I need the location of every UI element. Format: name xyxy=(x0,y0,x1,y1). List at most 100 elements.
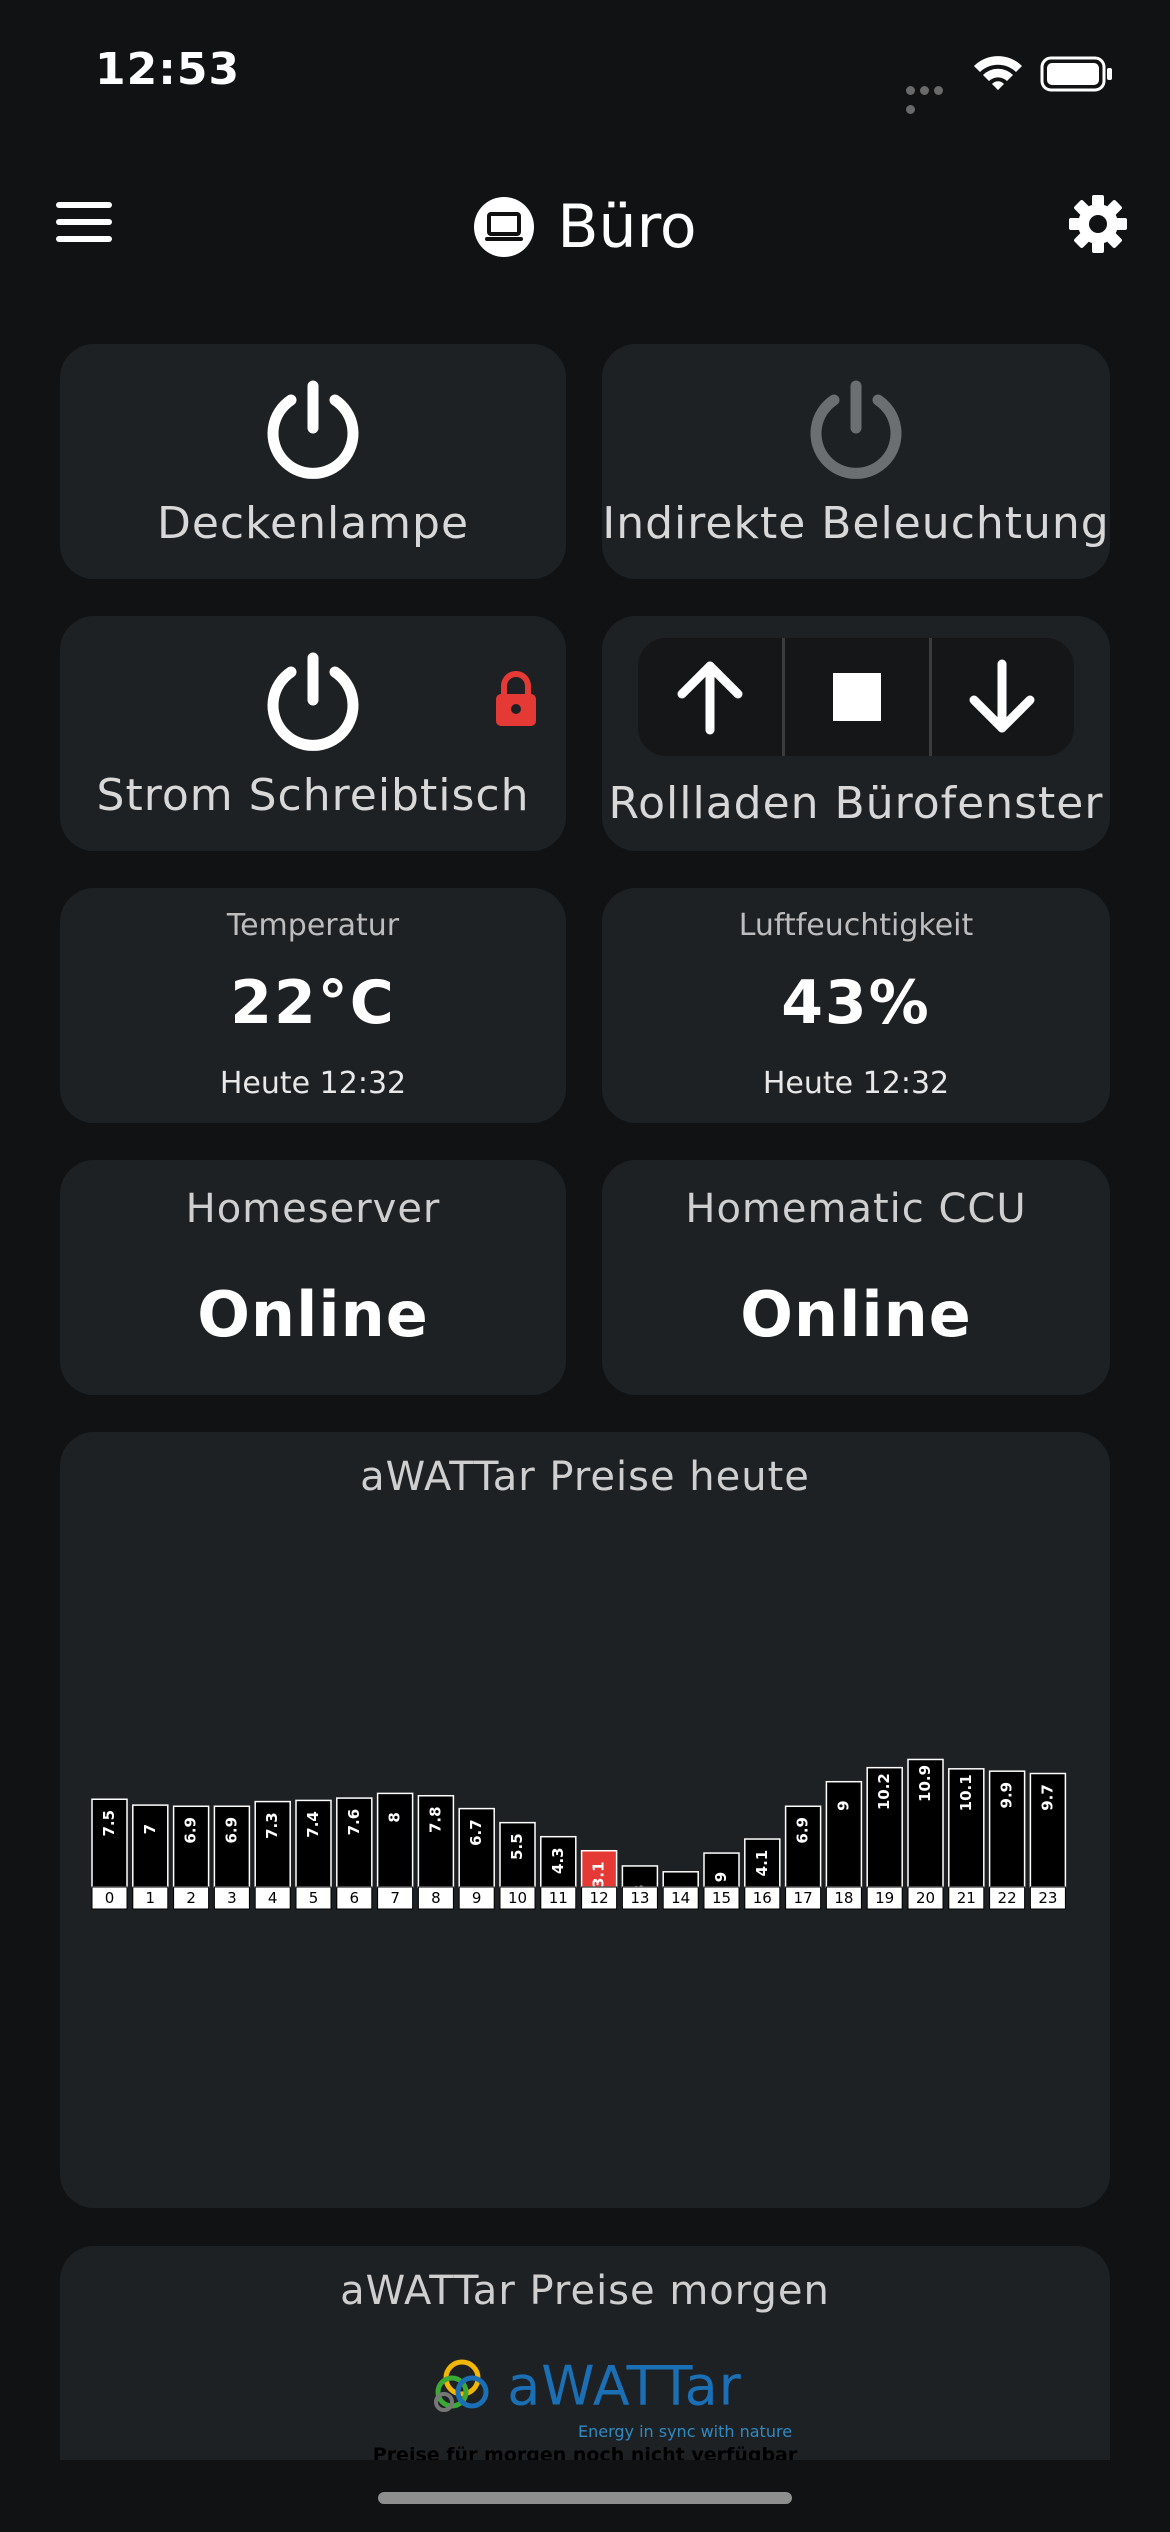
homeserver-label: Homeserver xyxy=(185,1186,441,1232)
hour-label-4: 4 xyxy=(268,1889,278,1907)
hour-label-6: 6 xyxy=(350,1889,360,1907)
page-title: Büro xyxy=(557,192,697,262)
price-bar-13 xyxy=(621,1865,659,1888)
humidity-value: 43% xyxy=(781,968,931,1038)
shutter-control xyxy=(638,638,1074,756)
hour-label-20: 20 xyxy=(916,1889,935,1907)
price-bar-value-1: 7 xyxy=(141,1824,159,1834)
hour-label-7: 7 xyxy=(390,1889,400,1907)
tile-indirekte-beleuchtung[interactable]: Indirekte Beleuchtung xyxy=(602,344,1110,579)
hour-label-14: 14 xyxy=(671,1889,690,1907)
wifi-icon xyxy=(974,56,1022,90)
power-on-icon xyxy=(267,652,359,751)
price-bar-value-6: 7.6 xyxy=(345,1809,363,1836)
price-bar-value-23: 9.7 xyxy=(1038,1784,1056,1811)
price-bar-value-16: 4.1 xyxy=(753,1850,771,1877)
price-bar-18 xyxy=(825,1780,863,1888)
status-bar: 12:53 xyxy=(0,0,1170,130)
awattar-logo: aWATTar xyxy=(60,2354,1110,2418)
chart-tomorrow-title: aWATTar Preise morgen xyxy=(340,2268,830,2314)
awattar-logo-icon xyxy=(434,2359,489,2412)
hour-label-12: 12 xyxy=(590,1889,609,1907)
chart-tomorrow-card: aWATTar Preise morgen aWATTar Energy in … xyxy=(60,2246,1110,2460)
price-bar-value-17: 6.9 xyxy=(794,1817,812,1844)
price-bar-value-5: 7.4 xyxy=(304,1811,322,1838)
hour-label-8: 8 xyxy=(431,1889,441,1907)
hour-label-10: 10 xyxy=(508,1889,527,1907)
tile-homeserver: Homeserver Online xyxy=(60,1160,566,1395)
prices-not-available-message: Preise für morgen noch nicht verfügbar xyxy=(372,2444,798,2460)
price-bar-value-4: 7.3 xyxy=(263,1812,281,1839)
price-bar-value-10: 5.5 xyxy=(508,1833,526,1860)
hour-label-22: 22 xyxy=(998,1889,1017,1907)
tile-label-indirekte: Indirekte Beleuchtung xyxy=(602,498,1110,549)
price-bar-value-15: 9 xyxy=(712,1872,730,1882)
status-time: 12:53 xyxy=(95,44,241,95)
price-bar-value-0: 7.5 xyxy=(100,1810,118,1837)
settings-gear-icon[interactable] xyxy=(1068,194,1128,254)
signal-dots-icon xyxy=(906,80,960,114)
hour-label-19: 19 xyxy=(875,1889,894,1907)
temperature-time: Heute 12:32 xyxy=(219,1066,407,1101)
power-off-icon xyxy=(810,380,902,479)
tile-strom-schreibtisch[interactable]: Strom Schreibtisch xyxy=(60,616,566,851)
tile-label-deckenlampe: Deckenlampe xyxy=(156,498,470,549)
tile-deckenlampe[interactable]: Deckenlampe xyxy=(60,344,566,579)
hour-label-5: 5 xyxy=(309,1889,319,1907)
price-bar-value-2: 6.9 xyxy=(182,1817,200,1844)
tile-label-strom: Strom Schreibtisch xyxy=(96,770,530,821)
temperature-label: Temperatur xyxy=(226,908,400,943)
hour-label-1: 1 xyxy=(146,1889,156,1907)
chart-today-card: aWATTar Preise heute 7.5 0 7 1 6.9 2 6.9 3 7.3 4 7… xyxy=(60,1432,1110,2208)
price-bar-value-8: 7.8 xyxy=(426,1806,444,1833)
shutter-stop-button[interactable] xyxy=(785,638,930,756)
hour-label-9: 9 xyxy=(472,1889,482,1907)
computer-room-icon xyxy=(474,197,535,257)
hour-label-0: 0 xyxy=(105,1889,115,1907)
hour-label-15: 15 xyxy=(712,1889,731,1907)
home-indicator[interactable] xyxy=(378,2492,792,2504)
price-bar-value-19: 10.2 xyxy=(875,1773,893,1810)
tile-humidity: Luftfeuchtigkeit 43% Heute 12:32 xyxy=(602,888,1110,1123)
price-bar-value-9: 6.7 xyxy=(467,1819,485,1846)
humidity-time: Heute 12:32 xyxy=(762,1066,950,1101)
price-bar-value-7: 8 xyxy=(386,1812,404,1822)
price-bar-14 xyxy=(662,1871,699,1888)
tile-temperature: Temperatur 22°C Heute 12:32 xyxy=(60,888,566,1123)
price-bar-7 xyxy=(376,1792,414,1888)
homeserver-status: Online xyxy=(197,1278,429,1351)
temperature-value: 22°C xyxy=(230,968,396,1038)
price-bar-value-21: 10.1 xyxy=(957,1774,975,1811)
price-bar-value-3: 6.9 xyxy=(222,1817,240,1844)
price-bar-value-22: 9.9 xyxy=(998,1782,1016,1809)
header: Büro xyxy=(0,180,1170,270)
hour-label-2: 2 xyxy=(186,1889,196,1907)
hour-label-18: 18 xyxy=(834,1889,853,1907)
ccu-status: Online xyxy=(740,1278,972,1351)
shutter-down-button[interactable] xyxy=(932,638,1077,756)
awattar-logo-text: aWATTar xyxy=(507,2354,742,2418)
humidity-label: Luftfeuchtigkeit xyxy=(738,908,974,943)
hour-label-17: 17 xyxy=(794,1889,813,1907)
battery-icon xyxy=(1040,56,1112,92)
price-bar-value-20: 10.9 xyxy=(916,1765,934,1802)
tile-label-rollladen: Rollladen Bürofenster xyxy=(608,778,1104,829)
hour-label-13: 13 xyxy=(630,1889,649,1907)
awattar-tagline: Energy in sync with nature xyxy=(577,2422,793,2441)
tile-rollladen: Rollladen Bürofenster xyxy=(602,616,1110,851)
tile-homematic-ccu: Homematic CCU Online xyxy=(602,1160,1110,1395)
price-bar-chart: 7.5 0 7 1 6.9 2 6.9 3 7.3 4 7.4 5 7.6 6 8 7 7.8 8 6.7 9 5.5 1… xyxy=(91,1758,1067,1910)
hour-label-21: 21 xyxy=(957,1889,976,1907)
hour-label-16: 16 xyxy=(753,1889,772,1907)
hour-label-3: 3 xyxy=(227,1889,237,1907)
ccu-label: Homematic CCU xyxy=(685,1186,1027,1232)
price-bar-value-12: 3.1 xyxy=(590,1861,608,1888)
power-on-icon xyxy=(267,380,359,479)
hour-label-11: 11 xyxy=(549,1889,568,1907)
lock-icon xyxy=(496,671,536,726)
shutter-up-button[interactable] xyxy=(638,638,783,756)
price-bar-value-11: 4.3 xyxy=(549,1847,567,1874)
price-bar-value-18: 9 xyxy=(834,1800,852,1810)
hour-label-23: 23 xyxy=(1038,1889,1057,1907)
price-bar-1 xyxy=(132,1804,169,1888)
